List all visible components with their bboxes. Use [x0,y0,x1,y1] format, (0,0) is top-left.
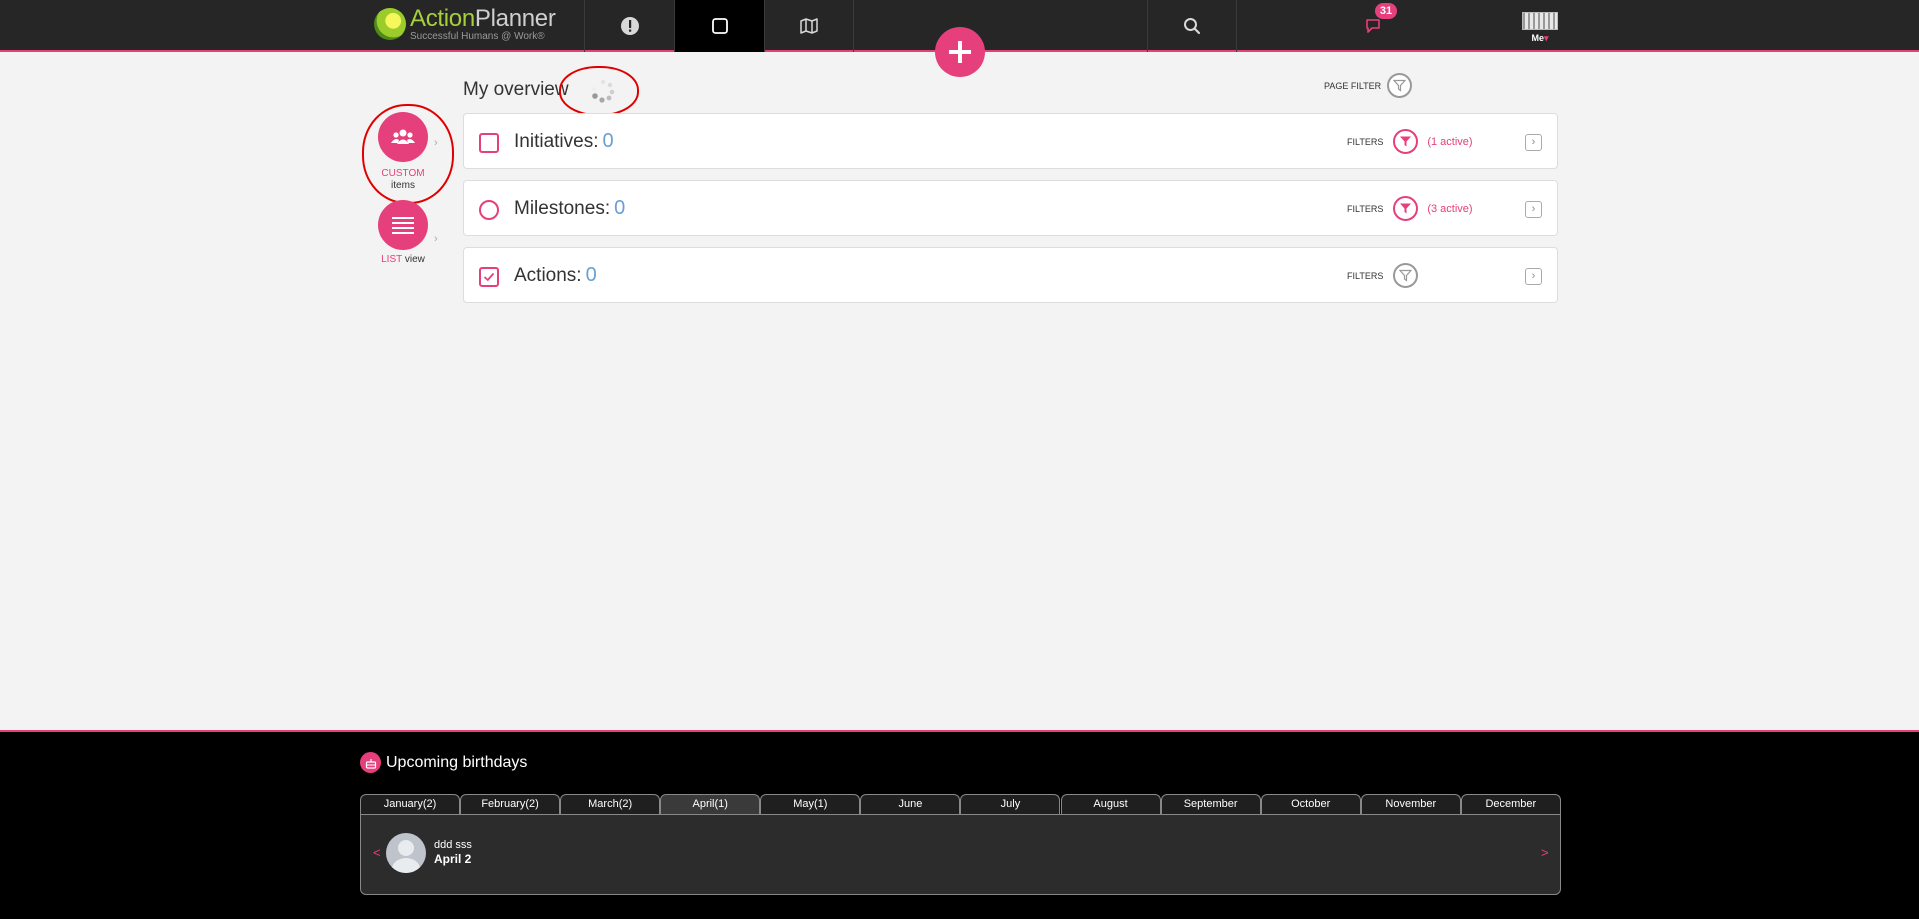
birthdays-title: Upcoming birthdays [386,753,528,771]
filter-icon[interactable] [1393,196,1419,221]
prev-arrow-icon[interactable]: < [373,845,381,860]
caret-down-icon: ▾ [1543,33,1549,43]
avatar [386,833,426,873]
person-name: ddd sss [434,839,472,851]
app-logo[interactable]: ActionPlanner Successful Humans @ Work® [374,4,556,44]
nav-map[interactable] [764,0,854,52]
birthdays-footer: Upcoming birthdays January(2) February(2… [0,730,1919,919]
filter-icon [1387,73,1413,98]
user-menu-label: Me [1531,33,1544,43]
filter-icon[interactable] [1393,129,1419,154]
expand-arrow-icon[interactable]: › [1525,201,1542,218]
user-menu[interactable]: Me▾ [1522,12,1558,44]
tab-october[interactable]: October [1260,794,1361,814]
avatar [1522,12,1558,30]
speech-bubble-icon [1366,19,1380,33]
tab-may[interactable]: May(1) [760,794,861,814]
next-arrow-icon[interactable]: > [1541,845,1549,860]
chevron-right-icon: › [434,233,438,245]
list-view-label: LIST view [381,254,425,265]
checkbox-square-icon [479,133,499,153]
plus-icon [949,41,971,63]
filter-icon[interactable] [1393,263,1419,288]
checked-square-icon [479,267,499,287]
nav-alerts[interactable] [584,0,674,52]
custom-items-label: CUSTOM items [381,168,425,191]
expand-arrow-icon[interactable]: › [1525,268,1542,285]
active-filter-count: (1 active) [1427,135,1473,148]
add-item-button[interactable] [935,27,985,77]
nav-notifications[interactable] [1328,0,1418,52]
actions-card[interactable]: Actions: 0 FILTERS › [463,247,1558,303]
birthday-date: April 2 [434,852,472,866]
map-icon [800,18,818,34]
birthdays-header: Upcoming birthdays [360,752,527,773]
logo-name: ActionPlanner [410,4,556,32]
nav-overview[interactable] [674,0,764,52]
nav-search[interactable] [1147,0,1237,52]
tab-august[interactable]: August [1060,794,1161,814]
expand-arrow-icon[interactable]: › [1525,134,1542,151]
card-filters[interactable]: FILTERS (1 active) [1347,129,1473,154]
page-title: My overview [463,79,569,100]
tab-july[interactable]: July [960,794,1061,814]
square-icon [711,18,728,34]
milestones-card[interactable]: Milestones: 0 FILTERS (3 active) › [463,180,1558,236]
alert-icon [620,17,639,35]
page-filter-label: PAGE FILTER [1324,80,1382,91]
annotation-circle [559,66,639,116]
card-count: 0 [614,197,626,219]
page-filter-button[interactable]: PAGE FILTER [1324,73,1413,98]
list-view-button[interactable] [378,200,428,250]
birthday-list: < ddd sss April 2 > [360,814,1561,895]
tab-january[interactable]: January(2) [360,794,460,814]
active-filter-count: (3 active) [1427,202,1473,215]
group-icon [391,129,415,144]
card-filters[interactable]: FILTERS [1347,263,1419,288]
chevron-right-icon: › [434,137,438,149]
card-filters[interactable]: FILTERS (3 active) [1347,196,1473,221]
initiatives-card[interactable]: Initiatives: 0 FILTERS (1 active) › [463,113,1558,169]
logo-tagline: Successful Humans @ Work® [410,30,545,42]
tab-march[interactable]: March(2) [560,794,661,814]
tab-april[interactable]: April(1) [660,794,761,814]
card-title: Initiatives: 0 [514,130,614,152]
notification-count-badge: 31 [1375,3,1397,19]
card-count: 0 [585,264,597,286]
tab-september[interactable]: September [1160,794,1261,814]
tab-december[interactable]: December [1460,794,1561,814]
tab-february[interactable]: February(2) [460,794,561,814]
card-title: Actions: 0 [514,264,597,286]
tab-june[interactable]: June [860,794,961,814]
card-title: Milestones: 0 [514,197,626,219]
search-icon [1184,18,1201,35]
tab-november[interactable]: November [1360,794,1461,814]
circle-icon [479,200,499,220]
card-count: 0 [602,130,614,152]
cake-icon [360,752,381,773]
logo-mark-icon [374,8,406,40]
custom-items-button[interactable] [378,112,428,162]
list-icon [392,217,414,234]
month-tabs: January(2) February(2) March(2) April(1)… [360,794,1561,814]
